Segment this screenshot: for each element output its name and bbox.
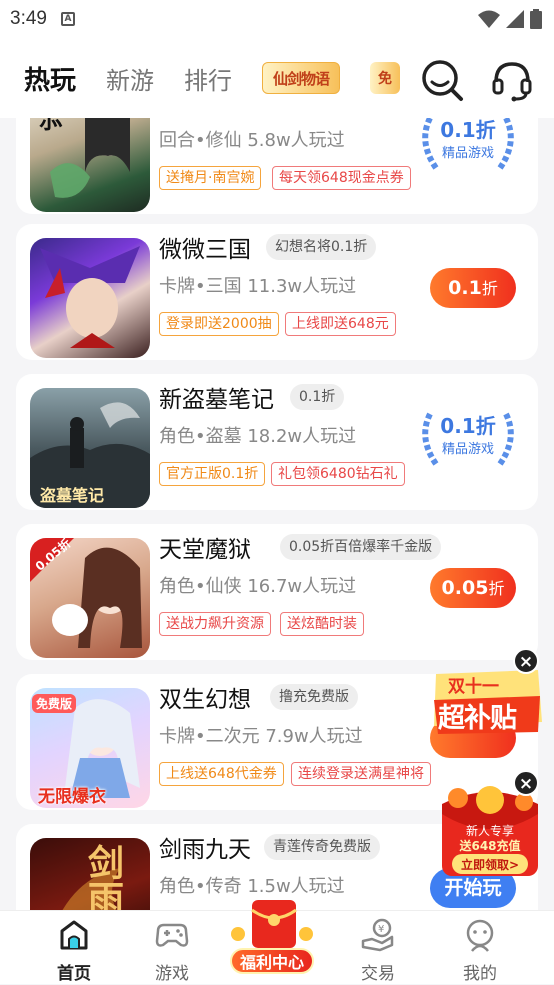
tab-rank[interactable]: 排行 xyxy=(184,61,232,96)
profile-icon xyxy=(466,919,494,952)
game-meta: 回合•修仙 5.8w人玩过 xyxy=(159,130,345,151)
badge-label: 精品游戏 xyxy=(441,442,494,457)
nav-trade[interactable]: ¥ 交易 xyxy=(338,911,418,985)
status-time: 3:49 xyxy=(10,8,47,29)
game-meta: 卡牌•二次元 7.9w人玩过 xyxy=(159,726,363,747)
game-name: 天堂魔狱 xyxy=(159,537,251,563)
ad-line2: 送648充值 xyxy=(459,839,521,853)
game-thumbnail: ⺗ xyxy=(30,118,150,212)
game-thumbnail: 免费版 无限爆衣 xyxy=(30,688,150,808)
premium-badge: 0.1折 精品游戏 xyxy=(416,408,520,470)
nav-label: 首页 xyxy=(57,964,91,984)
thumb-badge: 免费版 xyxy=(32,694,77,713)
nav-label: 交易 xyxy=(361,964,395,984)
discount-value: 0.1 xyxy=(448,277,482,299)
game-card[interactable]: ⺗ 回合•修仙 5.8w人玩过 送掩月·南宫婉 每天领648现金点券 0.1折 … xyxy=(16,118,538,214)
game-tag: 青莲传奇免费版 xyxy=(264,834,380,860)
tab-hot[interactable]: 热玩 xyxy=(24,60,76,97)
game-meta: 角色•仙侠 16.7w人玩过 xyxy=(159,576,357,597)
promo-tag: 上线送648代金券 xyxy=(159,762,284,786)
game-name: 剑雨九天 xyxy=(159,837,251,863)
badge-label: 精品游戏 xyxy=(441,146,494,161)
promo-tag: 礼包领6480钻石礼 xyxy=(271,462,405,486)
game-thumbnail xyxy=(30,238,150,358)
svg-text:⺗: ⺗ xyxy=(38,118,64,135)
close-icon[interactable]: × xyxy=(513,648,539,674)
game-tag: 撸充免费版 xyxy=(270,684,358,710)
claim-now-label: 立即领取> xyxy=(460,858,520,872)
game-card[interactable]: 0.05折 天堂魔狱 0.05折百倍爆率千金版 角色•仙侠 16.7w人玩过 送… xyxy=(16,524,538,660)
badge-value: 0.1折 xyxy=(440,414,496,438)
status-bar: 3:49 A xyxy=(0,0,554,38)
top-tab-bar: 热玩 新游 排行 仙剑物语 免 xyxy=(0,38,554,118)
promo-tag: 送战力飙升资源 xyxy=(159,612,271,636)
nav-label: 游戏 xyxy=(155,964,189,984)
game-meta: 卡牌•三国 11.3w人玩过 xyxy=(159,276,357,297)
game-name: 双生幻想 xyxy=(159,687,251,713)
game-tag: 幻想名将0.1折 xyxy=(266,234,377,260)
game-thumbnail: 0.05折 xyxy=(30,538,150,658)
welfare-label: 福利中心 xyxy=(230,948,314,974)
status-icons xyxy=(478,9,542,29)
home-icon xyxy=(60,920,88,950)
red-envelope-icon xyxy=(231,900,313,948)
search-icon[interactable] xyxy=(420,58,464,102)
wifi-icon xyxy=(478,10,500,28)
tab-banner-free[interactable]: 免 xyxy=(370,62,401,94)
game-thumbnail: 盗墓笔记 xyxy=(30,388,150,508)
promo-tag: 送掩月·南宫婉 xyxy=(159,166,262,190)
discount-value: 0.05 xyxy=(441,577,489,599)
signal-icon xyxy=(506,10,524,28)
tab-new[interactable]: 新游 xyxy=(106,61,154,96)
discount-button[interactable]: 0.05折 xyxy=(430,568,516,608)
premium-badge: 0.1折 精品游戏 xyxy=(416,118,520,174)
promo-tag: 官方正版0.1折 xyxy=(159,462,266,486)
thumb-title: 无限爆衣 xyxy=(38,787,106,807)
game-thumbnail: 剑雨 xyxy=(30,838,150,910)
nav-profile[interactable]: 我的 xyxy=(440,911,520,985)
game-tag: 0.1折 xyxy=(290,384,345,410)
game-meta: 角色•盗墓 18.2w人玩过 xyxy=(159,426,357,447)
promo-tag: 每天领648现金点券 xyxy=(272,166,411,190)
discount-unit: 折 xyxy=(481,279,498,298)
promo-tag: 上线即送648元 xyxy=(285,312,396,336)
game-card[interactable]: 微微三国 幻想名将0.1折 卡牌•三国 11.3w人玩过 登录即送2000抽 上… xyxy=(16,224,538,360)
ad-line1: 双十一 xyxy=(448,677,499,697)
discount-button[interactable]: 0.1折 xyxy=(430,268,516,308)
badge-value: 0.1折 xyxy=(440,118,496,142)
nav-home[interactable]: 首页 xyxy=(34,911,114,985)
nav-label: 我的 xyxy=(463,964,497,984)
game-name: 新盗墓笔记 xyxy=(159,387,274,413)
game-card[interactable]: 盗墓笔记 新盗墓笔记 0.1折 角色•盗墓 18.2w人玩过 官方正版0.1折 … xyxy=(16,374,538,510)
close-icon[interactable]: × xyxy=(513,770,539,796)
thumb-title: 盗墓笔记 xyxy=(40,486,105,505)
thumb-title: 剑雨 xyxy=(82,844,124,910)
game-tag: 0.05折百倍爆率千金版 xyxy=(280,534,442,560)
game-name: 微微三国 xyxy=(159,237,251,263)
promo-tag: 连续登录送满星神将 xyxy=(291,762,431,786)
gamepad-icon xyxy=(155,923,189,947)
nav-games[interactable]: 游戏 xyxy=(132,911,212,985)
discount-unit: 折 xyxy=(488,579,505,598)
nav-welfare-center[interactable]: 福利中心 xyxy=(226,894,318,982)
notification-icon: A xyxy=(60,12,75,26)
ad-line2: 超补贴 xyxy=(438,703,517,734)
promo-tag: 送炫酷时装 xyxy=(280,612,364,636)
battery-icon xyxy=(530,9,542,29)
svg-text:¥: ¥ xyxy=(378,924,384,935)
promo-tag: 登录即送2000抽 xyxy=(159,312,279,336)
trade-icon: ¥ xyxy=(361,918,394,952)
customer-service-icon[interactable] xyxy=(490,58,534,102)
tab-banner-xianjian[interactable]: 仙剑物语 xyxy=(262,62,341,94)
